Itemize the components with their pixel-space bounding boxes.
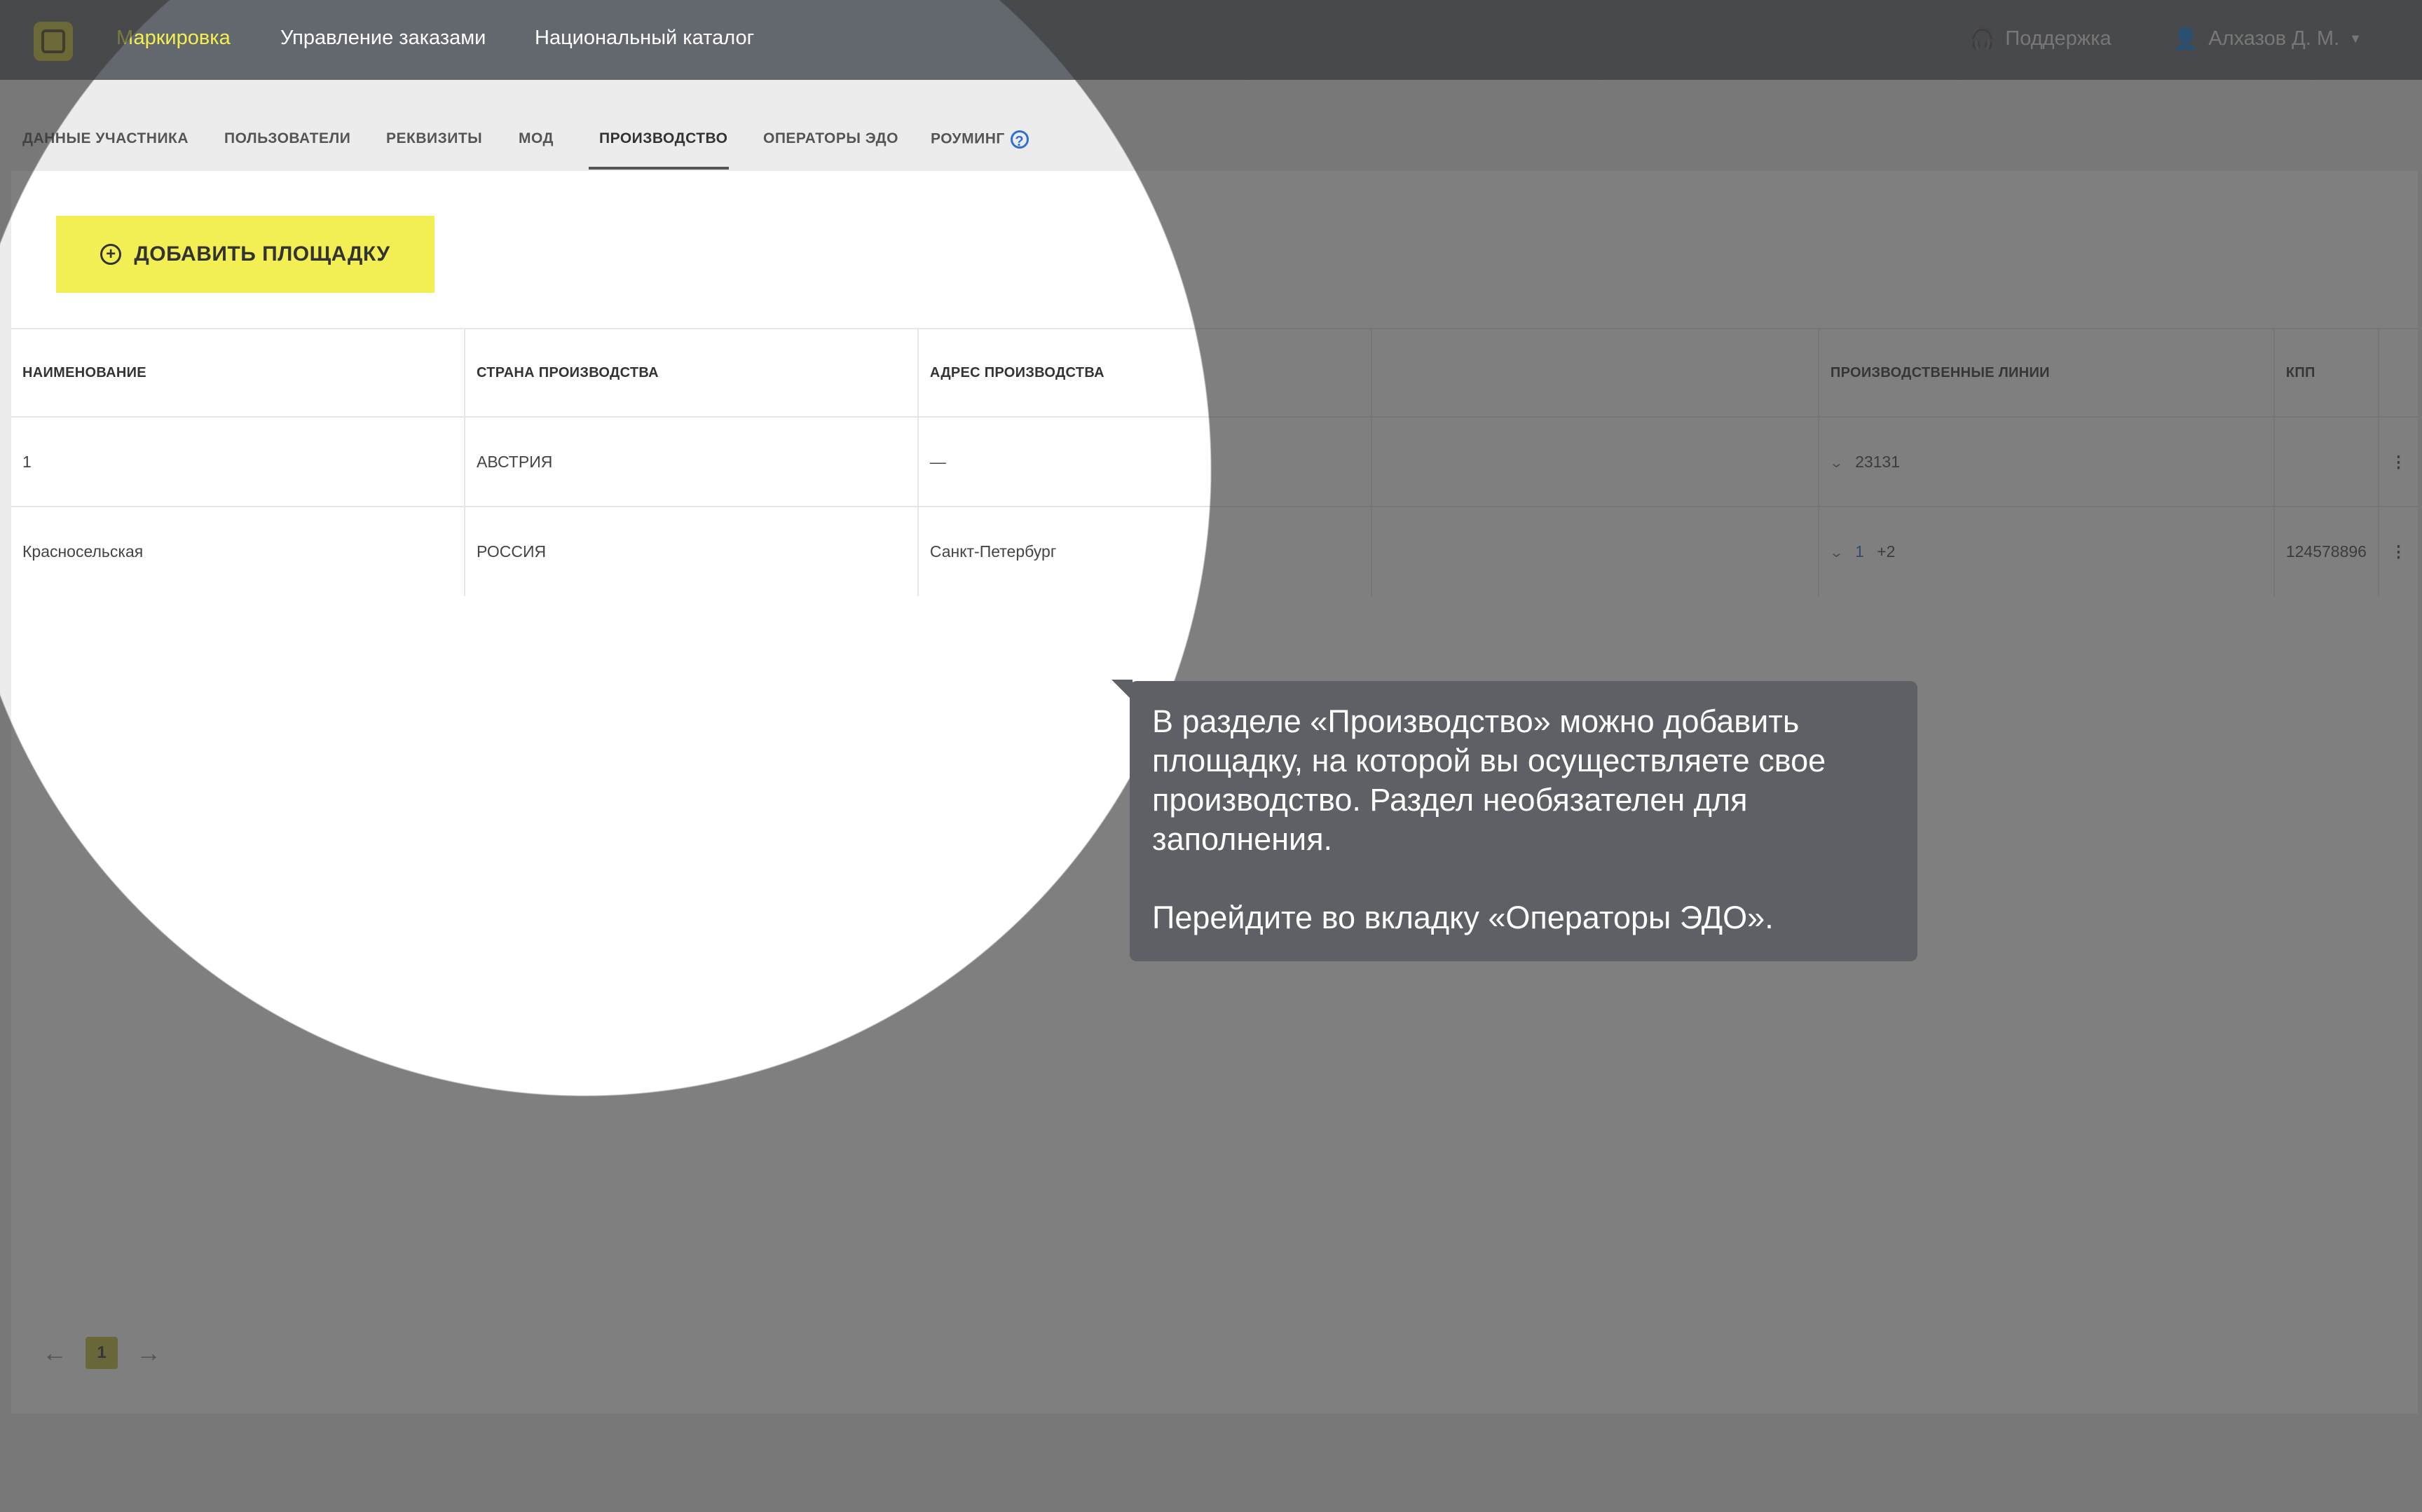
cell-kpp: 124578896 xyxy=(2273,506,2379,596)
page-number-current[interactable]: 1 xyxy=(85,1337,118,1369)
column-header-lines: ПРОИЗВОДСТВЕННЫЕ ЛИНИИ xyxy=(1817,328,2274,417)
column-header-actions xyxy=(2378,328,2418,417)
user-menu[interactable]: 👤 Алхазов Д. М. ▼ xyxy=(2173,27,2362,51)
tab-production[interactable]: ПРОИЗВОДСТВО xyxy=(599,130,728,147)
plus-circle-icon: + xyxy=(100,244,122,265)
tab-users[interactable]: ПОЛЬЗОВАТЕЛИ xyxy=(224,130,350,147)
cell-country: РОССИЯ xyxy=(464,506,918,596)
cell-name: Красносельская xyxy=(11,506,465,596)
user-icon: 👤 xyxy=(2173,27,2199,50)
chevron-down-icon: ▼ xyxy=(2349,32,2362,46)
table-row[interactable]: 1 АВСТРИЯ — ⌄ 23131 ⋮ xyxy=(11,416,2418,507)
cell-address: Санкт-Петербург xyxy=(917,506,1371,596)
cell-lines: ⌄ 1 +2 xyxy=(1817,506,2274,596)
app-logo-icon[interactable] xyxy=(34,22,73,61)
headset-icon: 🎧 xyxy=(1969,27,1996,50)
pagination: ← 1 → xyxy=(42,1337,161,1369)
nav-orders[interactable]: Управление заказами xyxy=(280,27,486,50)
chevron-down-icon[interactable]: ⌄ xyxy=(1828,454,1844,472)
tabs-bar: ДАННЫЕ УЧАСТНИКА ПОЛЬЗОВАТЕЛИ РЕКВИЗИТЫ … xyxy=(0,80,2422,171)
cell-name: 1 xyxy=(11,416,465,507)
production-sites-table: НАИМЕНОВАНИЕ СТРАНА ПРОИЗВОДСТВА АДРЕС П… xyxy=(11,328,2418,596)
column-header-blank xyxy=(1370,328,1819,417)
support-link[interactable]: 🎧 Поддержка xyxy=(1969,27,2112,51)
top-navbar: Маркировка Управление заказами Националь… xyxy=(0,0,2422,80)
nav-marking[interactable]: Маркировка xyxy=(116,27,231,50)
tab-mod[interactable]: МОД xyxy=(519,130,554,147)
table-header-row: НАИМЕНОВАНИЕ СТРАНА ПРОИЗВОДСТВА АДРЕС П… xyxy=(11,328,2418,417)
cell-kpp xyxy=(2273,416,2379,507)
line-link[interactable]: 1 xyxy=(1855,542,1864,561)
cell-address: — xyxy=(917,416,1371,507)
column-header-address: АДРЕС ПРОИЗВОДСТВА xyxy=(917,328,1371,417)
onboarding-tooltip: В разделе «Производство» можно добавить … xyxy=(1130,681,1917,961)
tooltip-text-next: Перейдите во вкладку «Операторы ЭДО». xyxy=(1152,900,1774,935)
tab-edo-operators[interactable]: ОПЕРАТОРЫ ЭДО xyxy=(763,130,898,147)
add-site-button[interactable]: + ДОБАВИТЬ ПЛОЩАДКУ xyxy=(56,216,435,293)
cell-blank xyxy=(1370,416,1819,507)
tab-requisites[interactable]: РЕКВИЗИТЫ xyxy=(386,130,482,147)
column-header-kpp: КПП xyxy=(2273,328,2379,417)
table-row[interactable]: Красносельская РОССИЯ Санкт-Петербург ⌄ … xyxy=(11,506,2418,596)
column-header-name: НАИМЕНОВАНИЕ xyxy=(11,328,465,417)
cell-country: АВСТРИЯ xyxy=(464,416,918,507)
prev-page-icon[interactable]: ← xyxy=(42,1338,67,1368)
help-icon[interactable]: ? xyxy=(1010,130,1029,149)
active-tab-indicator xyxy=(589,167,729,170)
cell-lines: ⌄ 23131 xyxy=(1817,416,2274,507)
row-menu-icon[interactable]: ⋮ xyxy=(2378,416,2418,507)
chevron-down-icon[interactable]: ⌄ xyxy=(1828,544,1844,561)
column-header-country: СТРАНА ПРОИЗВОДСТВА xyxy=(464,328,918,417)
row-menu-icon[interactable]: ⋮ xyxy=(2378,506,2418,596)
tab-roaming[interactable]: РОУМИНГ? xyxy=(931,130,1029,149)
nav-catalog[interactable]: Национальный каталог xyxy=(535,27,754,50)
tooltip-text-main: В разделе «Производство» можно добавить … xyxy=(1152,703,1826,857)
cell-blank xyxy=(1370,506,1819,596)
tab-participant-data[interactable]: ДАННЫЕ УЧАСТНИКА xyxy=(22,130,189,147)
more-lines-badge[interactable]: +2 xyxy=(1877,542,1895,561)
next-page-icon[interactable]: → xyxy=(136,1338,161,1368)
